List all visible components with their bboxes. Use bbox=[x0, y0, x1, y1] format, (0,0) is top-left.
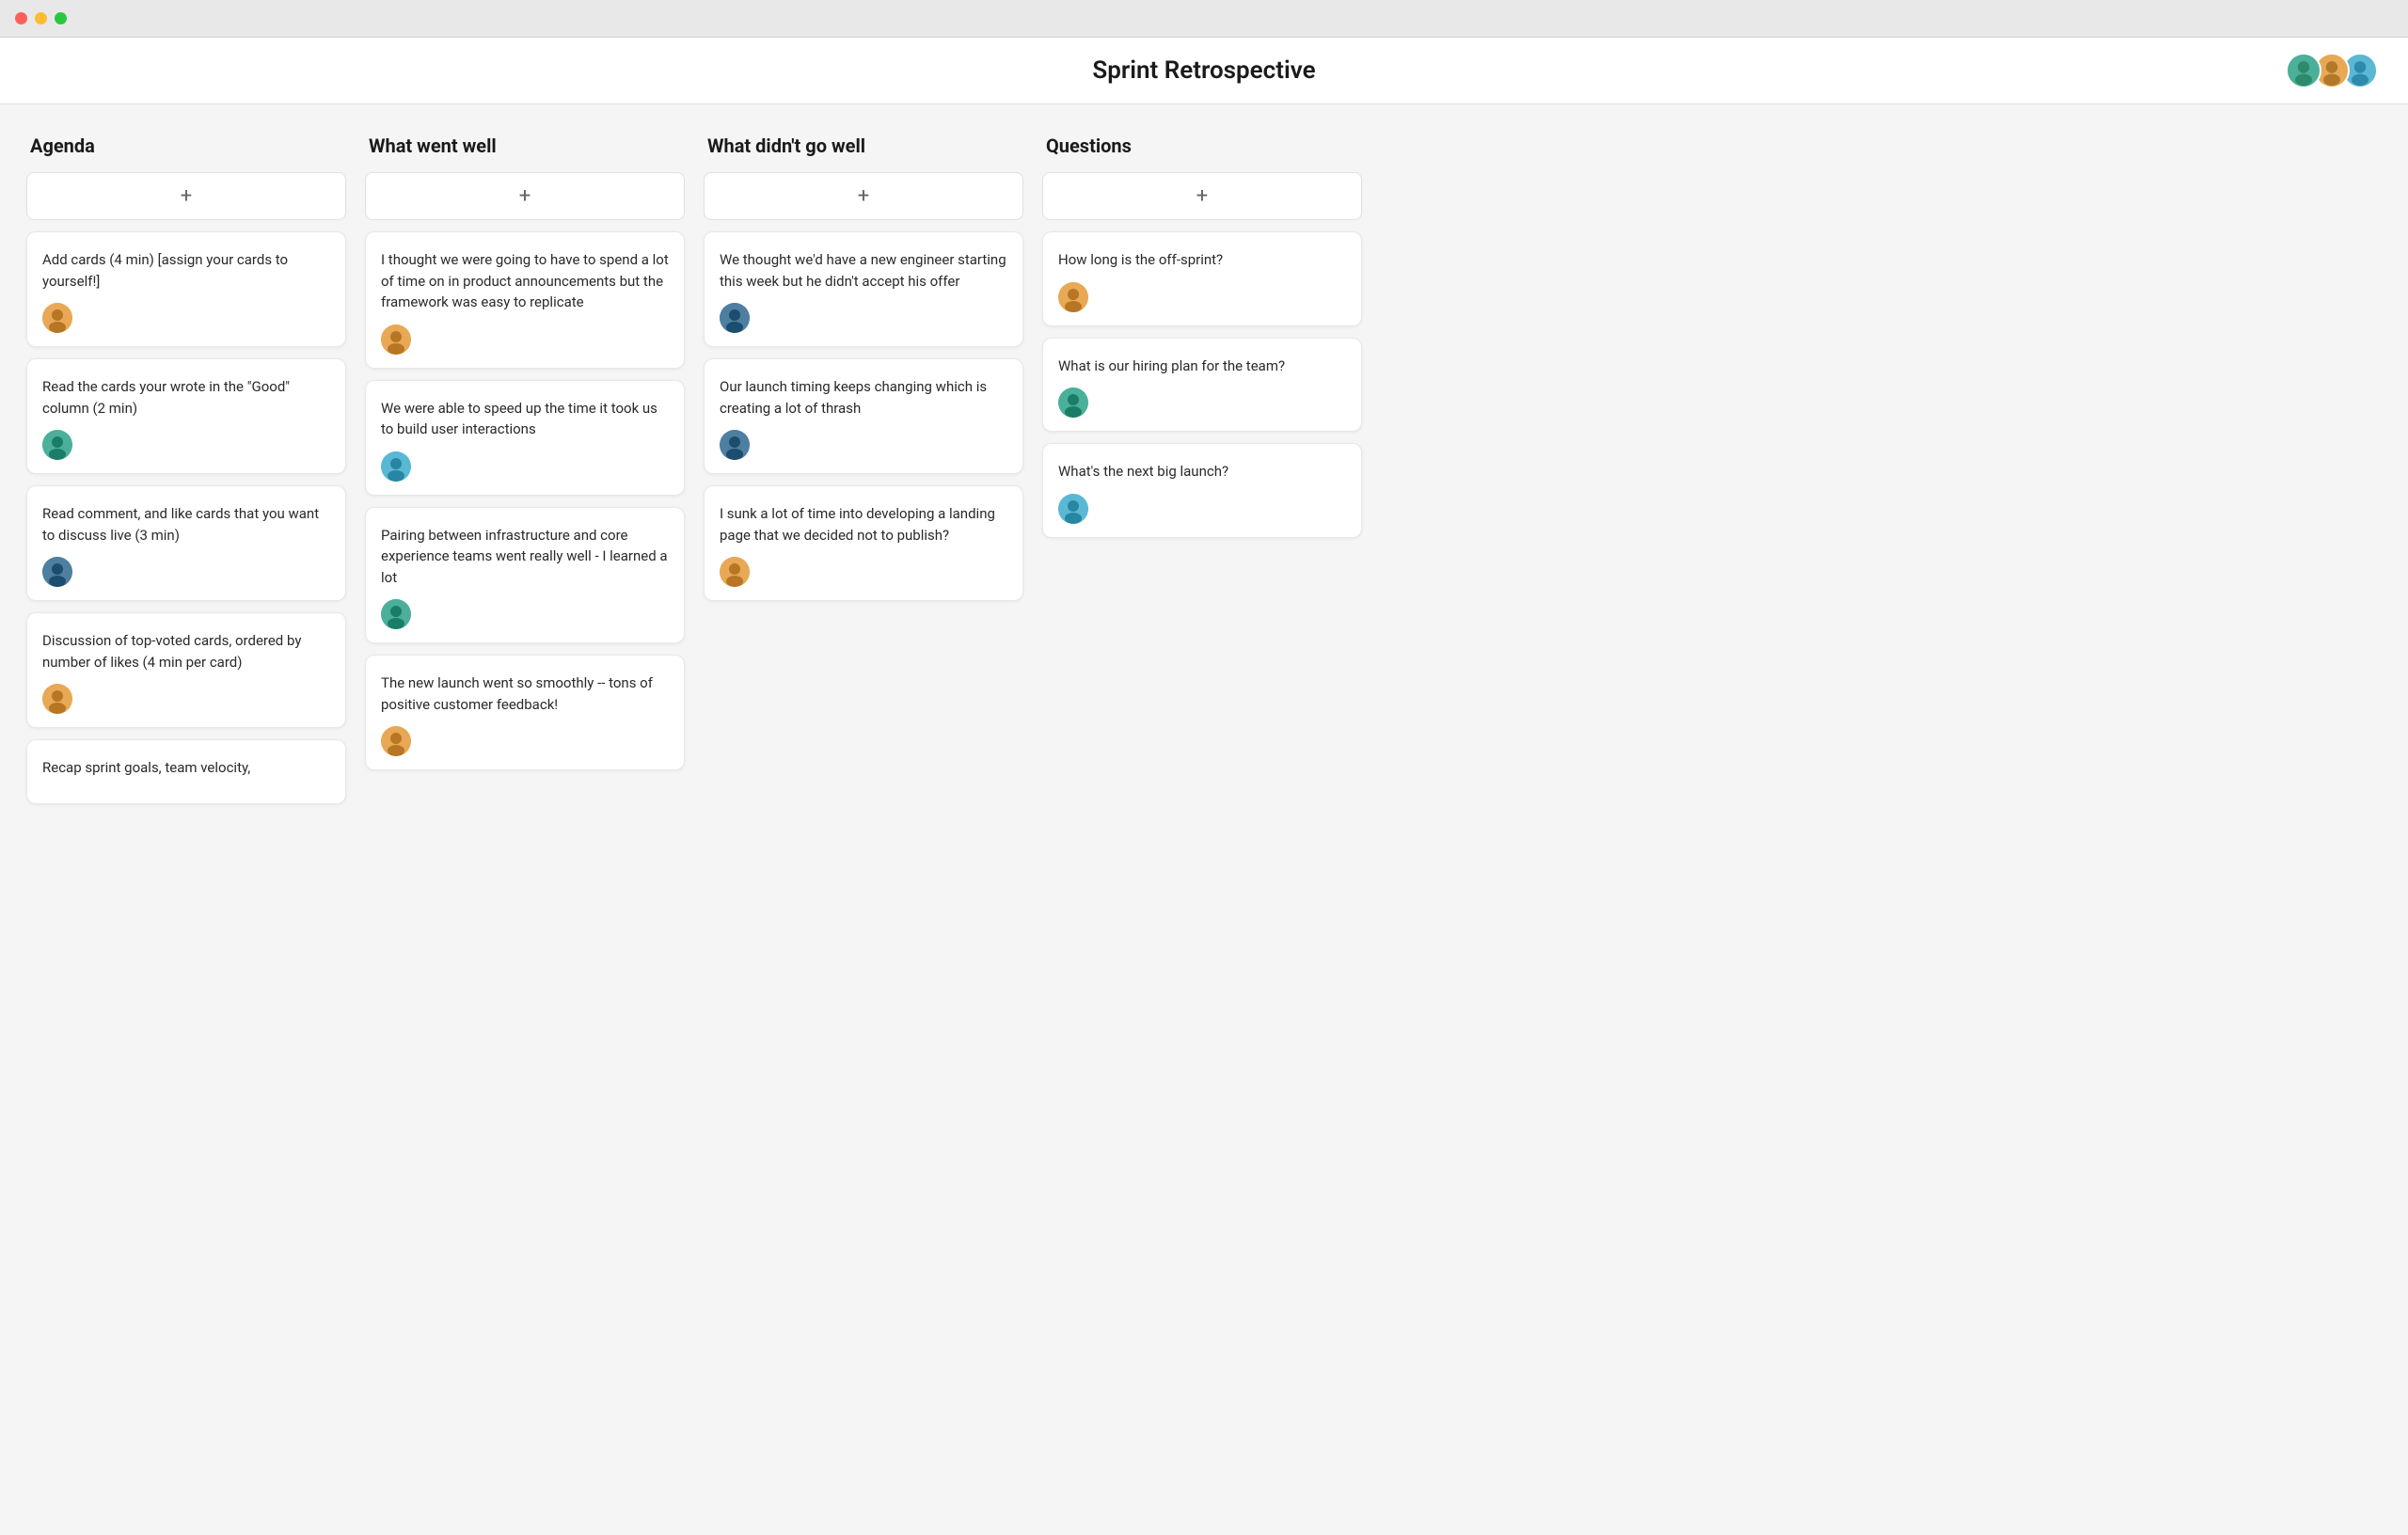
board: Agenda + Add cards (4 min) [assign your ca… bbox=[0, 104, 2408, 846]
maximize-button[interactable] bbox=[55, 12, 67, 24]
card-avatar[interactable] bbox=[381, 599, 411, 629]
card-avatar[interactable] bbox=[720, 430, 750, 460]
card: We were able to speed up the time it too… bbox=[365, 380, 685, 496]
card-text: Discussion of top-voted cards, ordered b… bbox=[42, 630, 330, 673]
column-header-what-didnt-go-well: What didn't go well bbox=[704, 135, 1023, 157]
card-avatar[interactable] bbox=[381, 324, 411, 355]
card-text: Read comment, and like cards that you wa… bbox=[42, 503, 330, 546]
card: Read comment, and like cards that you wa… bbox=[26, 485, 346, 601]
card: Read the cards your wrote in the "Good" … bbox=[26, 358, 346, 474]
card-text: How long is the off-sprint? bbox=[1058, 249, 1346, 271]
card-avatar[interactable] bbox=[381, 726, 411, 756]
card: The new launch went so smoothly -- tons … bbox=[365, 655, 685, 770]
card-text: The new launch went so smoothly -- tons … bbox=[381, 673, 669, 715]
card-text: Add cards (4 min) [assign your cards to … bbox=[42, 249, 330, 292]
column-agenda: Agenda + Add cards (4 min) [assign your ca… bbox=[26, 135, 346, 815]
card-text: Recap sprint goals, team velocity, bbox=[42, 757, 330, 779]
add-card-button-agenda[interactable]: + bbox=[26, 172, 346, 220]
card-avatar[interactable] bbox=[42, 303, 72, 333]
card-avatar[interactable] bbox=[42, 430, 72, 460]
card-text: Our launch timing keeps changing which i… bbox=[720, 376, 1007, 419]
add-card-button-what-went-well[interactable]: + bbox=[365, 172, 685, 220]
close-button[interactable] bbox=[15, 12, 27, 24]
card-avatar[interactable] bbox=[720, 557, 750, 587]
column-header-what-went-well: What went well bbox=[365, 135, 685, 157]
card: How long is the off-sprint? bbox=[1042, 231, 1362, 326]
titlebar bbox=[0, 0, 2408, 38]
card: I thought we were going to have to spend… bbox=[365, 231, 685, 369]
card-avatar[interactable] bbox=[1058, 388, 1088, 418]
card-text: We thought we'd have a new engineer star… bbox=[720, 249, 1007, 292]
card-avatar[interactable] bbox=[720, 303, 750, 333]
card: Our launch timing keeps changing which i… bbox=[704, 358, 1023, 474]
card: I sunk a lot of time into developing a l… bbox=[704, 485, 1023, 601]
card-text: Pairing between infrastructure and core … bbox=[381, 525, 669, 589]
card: Recap sprint goals, team velocity, bbox=[26, 739, 346, 804]
card-text: I sunk a lot of time into developing a l… bbox=[720, 503, 1007, 546]
column-questions: Questions + How long is the off-sprint? Wha… bbox=[1042, 135, 1362, 549]
card-avatar[interactable] bbox=[1058, 494, 1088, 524]
card: Add cards (4 min) [assign your cards to … bbox=[26, 231, 346, 347]
card-avatar[interactable] bbox=[1058, 282, 1088, 312]
card-text: What is our hiring plan for the team? bbox=[1058, 356, 1346, 377]
header-avatar-group bbox=[2293, 53, 2378, 88]
card-avatar[interactable] bbox=[42, 557, 72, 587]
card: Discussion of top-voted cards, ordered b… bbox=[26, 612, 346, 728]
minimize-button[interactable] bbox=[35, 12, 47, 24]
header-avatar-1[interactable] bbox=[2286, 53, 2321, 88]
card: We thought we'd have a new engineer star… bbox=[704, 231, 1023, 347]
column-header-questions: Questions bbox=[1042, 135, 1362, 157]
card: What is our hiring plan for the team? bbox=[1042, 338, 1362, 433]
card: What's the next big launch? bbox=[1042, 443, 1362, 538]
column-what-went-well: What went well + I thought we were going t… bbox=[365, 135, 685, 782]
card-text: We were able to speed up the time it too… bbox=[381, 398, 669, 440]
column-header-agenda: Agenda bbox=[26, 135, 346, 157]
card-avatar[interactable] bbox=[42, 684, 72, 714]
column-what-didnt-go-well: What didn't go well + We thought we'd have… bbox=[704, 135, 1023, 612]
page-header: Sprint Retrospective bbox=[0, 38, 2408, 104]
card-text: I thought we were going to have to spend… bbox=[381, 249, 669, 313]
card: Pairing between infrastructure and core … bbox=[365, 507, 685, 644]
page-title: Sprint Retrospective bbox=[1092, 56, 1315, 85]
card-text: Read the cards your wrote in the "Good" … bbox=[42, 376, 330, 419]
add-card-button-what-didnt-go-well[interactable]: + bbox=[704, 172, 1023, 220]
card-avatar[interactable] bbox=[381, 451, 411, 482]
add-card-button-questions[interactable]: + bbox=[1042, 172, 1362, 220]
card-text: What's the next big launch? bbox=[1058, 461, 1346, 483]
